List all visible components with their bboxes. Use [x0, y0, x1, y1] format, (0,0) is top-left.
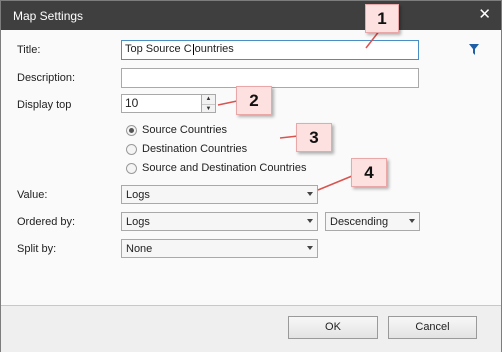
- callout-3: 3: [296, 123, 332, 152]
- callout-4-pointer: [317, 175, 353, 191]
- callout-pointers: [217, 29, 381, 191]
- callout-2: 2: [236, 86, 272, 115]
- callout-1: 1: [365, 4, 399, 33]
- callout-4: 4: [351, 158, 387, 187]
- callout-2-pointer: [217, 100, 238, 106]
